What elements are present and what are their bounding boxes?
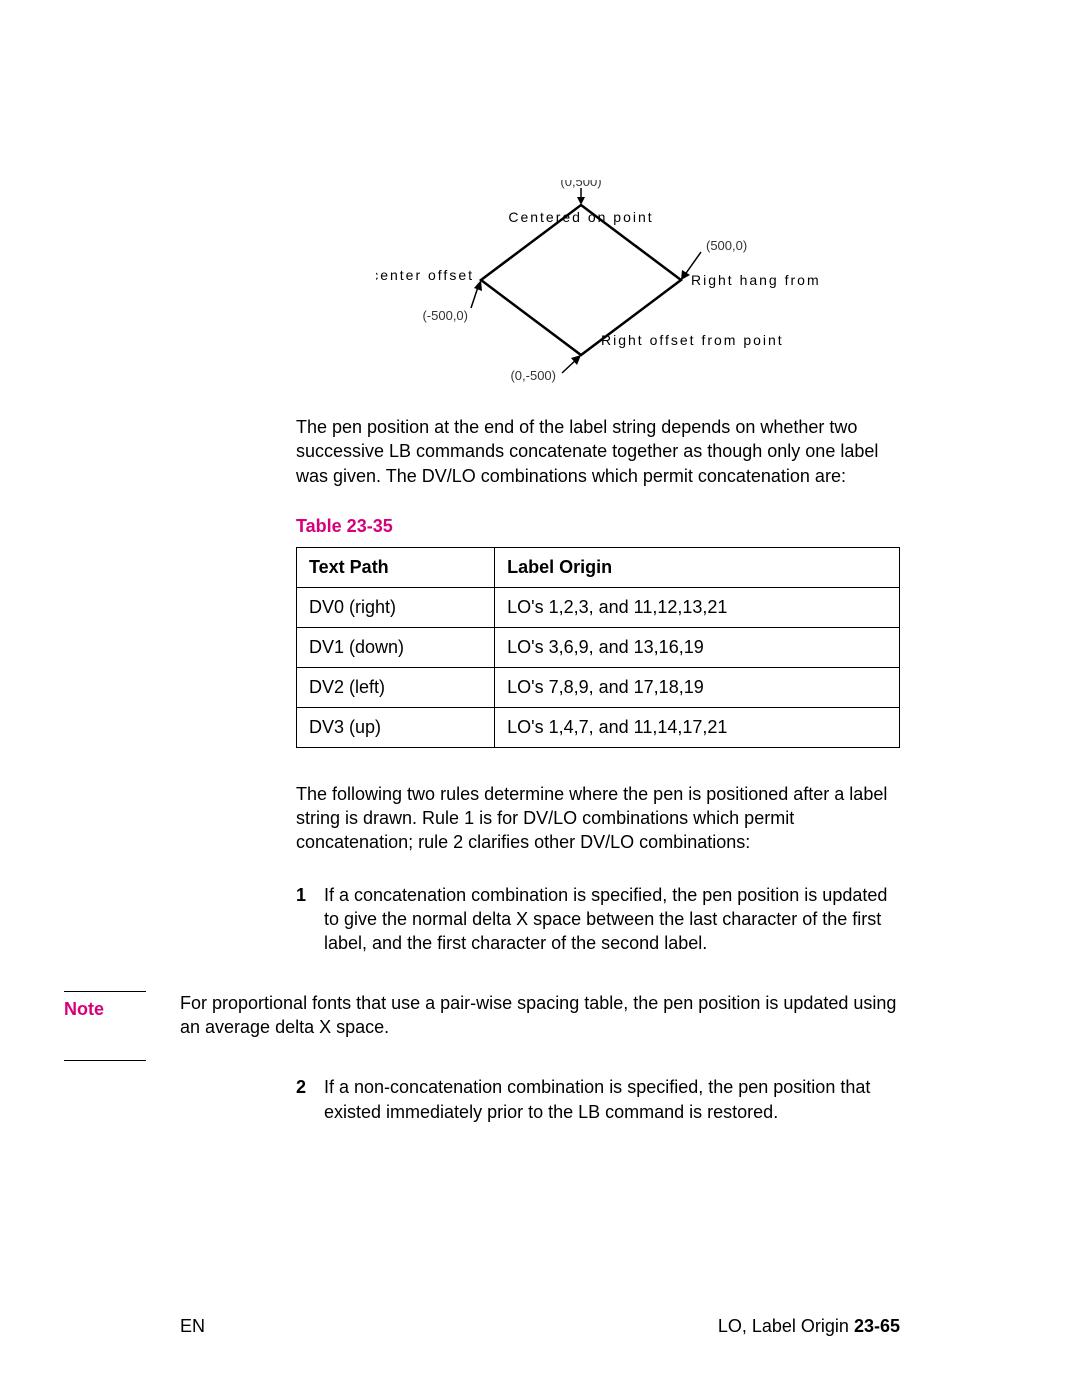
footer-lang: EN (180, 1316, 205, 1337)
th-text-path: Text Path (297, 547, 495, 587)
table-caption: Table 23-35 (296, 516, 900, 537)
table-row: DV2 (left) LO's 7,8,9, and 17,18,19 (297, 667, 900, 707)
label-origin-diagram: (0,500) (500,0) (-500,0) (0,-500) Center… (376, 180, 821, 385)
coord-top: (0,500) (560, 180, 601, 189)
th-label-origin: Label Origin (495, 547, 900, 587)
footer-section: LO, Label Origin 23-65 (718, 1316, 900, 1337)
rules-intro: The following two rules determine where … (296, 782, 900, 855)
rule-1: 1 If a concatenation combination is spec… (296, 883, 900, 956)
note-body-text: For proportional fonts that use a pair-w… (180, 993, 896, 1037)
dvlo-table: Text Path Label Origin DV0 (right) LO's … (296, 547, 900, 748)
coord-bottom: (0,-500) (510, 368, 556, 383)
page-footer: EN LO, Label Origin 23-65 (180, 1316, 900, 1337)
label-right-hang: Right hang from point (691, 272, 821, 288)
label-centered: Centered on point (508, 209, 653, 225)
intro-paragraph: The pen position at the end of the label… (296, 415, 900, 488)
note-block: Note For proportional fonts that use a p… (64, 984, 900, 1048)
note-label-text: Note (64, 999, 104, 1019)
table-row: DV0 (right) LO's 1,2,3, and 11,12,13,21 (297, 587, 900, 627)
rule-2: 2 If a non-concatenation combination is … (296, 1075, 900, 1124)
table-row: DV1 (down) LO's 3,6,9, and 13,16,19 (297, 627, 900, 667)
label-right-offset: Right offset from point (601, 332, 784, 348)
coord-right: (500,0) (706, 238, 747, 253)
label-left-center: Left center offset (376, 267, 474, 283)
table-row: DV3 (up) LO's 1,4,7, and 11,14,17,21 (297, 707, 900, 747)
coord-left: (-500,0) (422, 308, 468, 323)
